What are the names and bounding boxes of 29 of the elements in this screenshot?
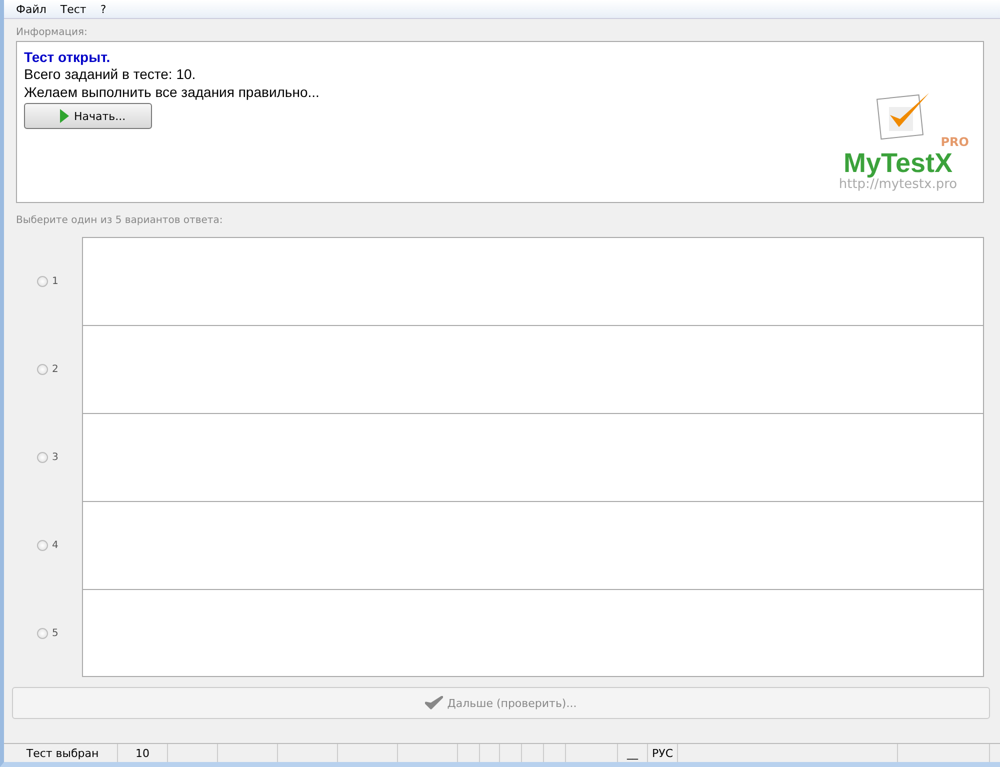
status-text: 10: [118, 744, 168, 762]
info-text: Всего заданий в тесте: 10.: [24, 65, 197, 83]
question-prompt: Выберите один из 5 вариантов ответа:: [15, 214, 224, 228]
menu-item[interactable]: Тест: [54, 2, 92, 16]
logo-url: http://mytestx.pro: [838, 177, 958, 192]
logo-text: MyTestX: [843, 149, 953, 177]
radio-button[interactable]: [37, 452, 48, 462]
option-number: 5: [52, 628, 58, 638]
status-text: РУС: [648, 744, 678, 762]
radio-button[interactable]: [37, 276, 48, 286]
logo-pro-text: PRO: [940, 135, 969, 149]
menu-item[interactable]: Файл: [10, 2, 52, 16]
start-button[interactable]: Начать...: [24, 103, 152, 129]
option-number: 4: [52, 540, 58, 550]
option-number: 2: [52, 364, 58, 374]
option-number: 3: [52, 452, 58, 462]
play-icon: [59, 109, 69, 123]
checkmark-icon: [425, 696, 444, 710]
radio-button[interactable]: [37, 540, 48, 550]
option-number: 1: [52, 276, 58, 286]
status-text: __: [618, 744, 648, 762]
info-title: Тест открыт.: [24, 49, 112, 65]
radio-button[interactable]: [37, 628, 48, 638]
section-label: Информация:: [15, 26, 88, 40]
menu-item[interactable]: ?: [94, 2, 112, 16]
status-text: Тест выбран: [8, 744, 118, 762]
info-text: Желаем выполнить все задания правильно...: [24, 83, 320, 101]
checkbox-logo-icon: [875, 91, 931, 141]
radio-button[interactable]: [37, 364, 48, 374]
